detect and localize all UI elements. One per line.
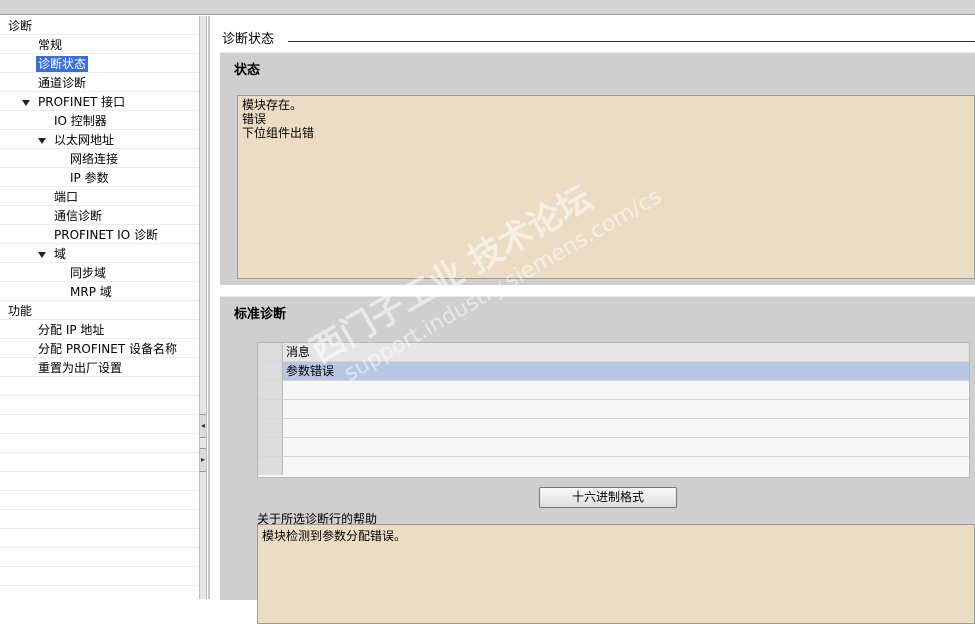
top-toolbar-strip <box>0 0 975 15</box>
tree-item-label: 分配 IP 地址 <box>38 323 105 337</box>
status-text-box: 模块存在。 错误 下位组件出错 <box>237 95 975 279</box>
tree-item-label: IP 参数 <box>70 171 109 185</box>
tree-item[interactable]: 通道诊断 <box>36 74 88 93</box>
status-section-title: 状态 <box>234 63 261 78</box>
tree-item[interactable]: MRP 域 <box>68 283 114 302</box>
title-rule <box>288 41 975 42</box>
row-header <box>258 400 283 418</box>
tree-item[interactable]: 通信诊断 <box>52 207 104 226</box>
row-header <box>258 381 283 399</box>
tree-item-label: MRP 域 <box>70 285 112 299</box>
tree-item-label: 功能 <box>8 304 33 318</box>
expand-arrow-icon[interactable] <box>22 99 30 106</box>
tree-item-label: 诊断 <box>8 19 33 33</box>
table-row[interactable] <box>258 381 969 400</box>
table-row[interactable] <box>258 438 969 457</box>
diagnostic-status-panel: 诊断状态 状态 模块存在。 错误 下位组件出错 标准诊断 消息 参数错误 十六进… <box>210 16 975 624</box>
tree-item-label: 同步域 <box>70 266 107 280</box>
row-header <box>258 343 283 361</box>
tree-item[interactable]: 网络连接 <box>68 150 120 169</box>
tree-item[interactable]: 诊断状态 <box>36 55 89 74</box>
row-header <box>258 438 283 456</box>
tree-item-label: 重置为出厂设置 <box>38 361 123 375</box>
table-cell: 参数错误 <box>286 364 335 378</box>
expand-arrow-icon[interactable] <box>38 251 46 258</box>
tree-item[interactable]: 端口 <box>52 188 80 207</box>
tree-item[interactable]: PROFINET 接口 <box>22 93 127 112</box>
table-row[interactable] <box>258 457 969 476</box>
tree-item-label: 诊断状态 <box>36 56 89 72</box>
status-line: 下位组件出错 <box>242 126 315 140</box>
tree-item[interactable]: 诊断 <box>0 17 34 36</box>
column-header-message[interactable]: 消息 <box>286 343 310 361</box>
tree-item[interactable]: 分配 IP 地址 <box>36 321 106 340</box>
panel-splitter[interactable]: ◂ ▸ <box>199 16 207 599</box>
tree-item[interactable]: 重置为出厂设置 <box>36 359 124 378</box>
tree-item-label: IO 控制器 <box>54 114 107 128</box>
table-row[interactable] <box>258 419 969 438</box>
standard-diagnostics-section: 标准诊断 消息 参数错误 十六进制格式 关于所选诊断行的帮助 模块检测到参数分配… <box>220 296 975 624</box>
tree-item[interactable]: 功能 <box>0 302 34 321</box>
tree-item-label: 端口 <box>54 190 79 204</box>
tree-item[interactable]: 以太网地址 <box>38 131 116 150</box>
page-title: 诊断状态 <box>222 32 275 47</box>
tree-item-label: PROFINET IO 诊断 <box>54 228 158 242</box>
tree-item-label: 通信诊断 <box>54 209 103 223</box>
status-section: 状态 模块存在。 错误 下位组件出错 <box>220 52 975 285</box>
tree-item[interactable]: 常规 <box>36 36 64 55</box>
table-row[interactable]: 参数错误 <box>258 362 969 381</box>
tree-item[interactable]: 同步域 <box>68 264 108 283</box>
tree-item-label: 以太网地址 <box>54 133 115 147</box>
status-line: 错误 <box>242 112 267 126</box>
help-text: 模块检测到参数分配错误。 <box>262 529 407 543</box>
tree-item-label: 常规 <box>38 38 63 52</box>
tree-item[interactable]: PROFINET IO 诊断 <box>52 226 160 245</box>
row-header <box>258 362 283 380</box>
standard-diagnostics-title: 标准诊断 <box>234 307 287 322</box>
tree-item-label: 域 <box>54 247 67 261</box>
navigation-tree: 诊断 常规诊断状态通道诊断 PROFINET 接口 IO 控制器 以太网地址网络连接 IP… <box>0 16 199 599</box>
tree-item[interactable]: 分配 PROFINET 设备名称 <box>36 340 179 359</box>
row-header <box>258 457 283 475</box>
table-row[interactable] <box>258 400 969 419</box>
tree-item[interactable]: IP 参数 <box>68 169 111 188</box>
help-text-box: 模块检测到参数分配错误。 <box>257 524 975 624</box>
expand-arrow-icon[interactable] <box>38 137 46 144</box>
tree-item-label: 分配 PROFINET 设备名称 <box>38 342 177 356</box>
diagnostics-table: 消息 参数错误 <box>257 342 970 478</box>
expand-right-arrow-icon[interactable]: ▸ <box>200 448 206 472</box>
tree-item-label: PROFINET 接口 <box>38 95 126 109</box>
tree-item-label: 网络连接 <box>70 152 119 166</box>
collapse-left-arrow-icon[interactable]: ◂ <box>200 414 206 438</box>
row-header <box>258 419 283 437</box>
tree-item[interactable]: 域 <box>38 245 68 264</box>
table-header-row: 消息 <box>258 343 969 362</box>
hex-format-button[interactable]: 十六进制格式 <box>539 487 677 508</box>
tree-item[interactable]: IO 控制器 <box>52 112 109 131</box>
status-line: 模块存在。 <box>242 98 303 112</box>
tree-item-label: 通道诊断 <box>38 76 87 90</box>
